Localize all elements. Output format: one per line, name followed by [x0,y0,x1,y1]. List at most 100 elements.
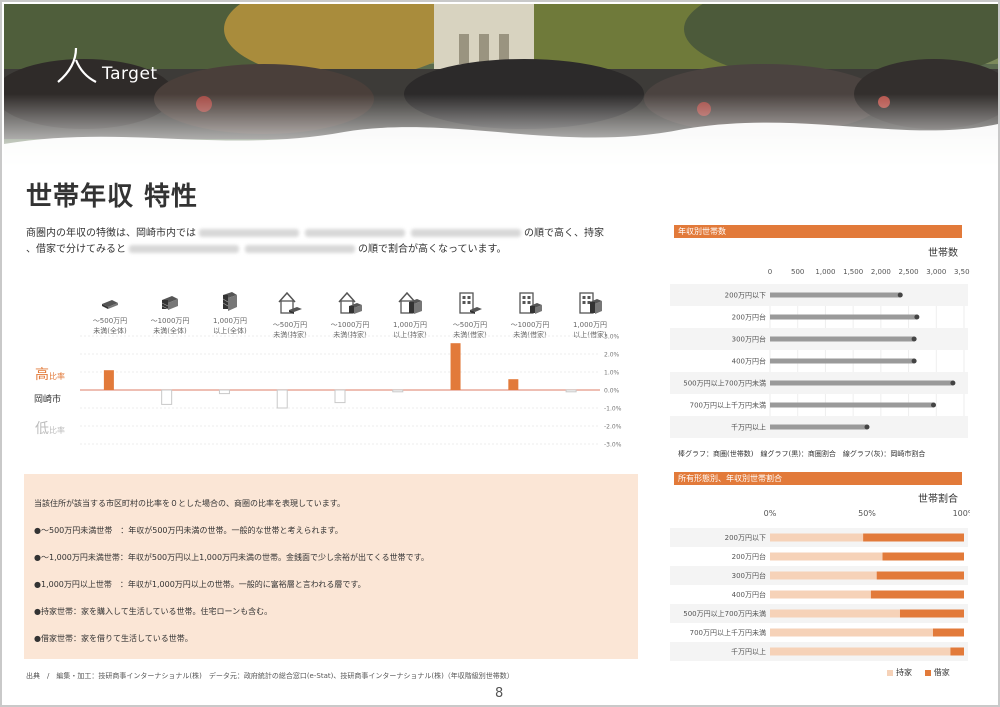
intro-part-2: の順で高く、持家 [524,228,604,239]
ratio-comparison-chart: 3.0% 2.0% 1.0% 0.0% -1.0% -2.0% -3.0% [80,334,622,449]
category-line1: 〜500万円 [272,321,308,329]
household-bar [770,358,915,364]
house-money-medium-icon [338,291,362,314]
legend-swatch-owned [887,669,893,676]
note-line: ●〜1,000万円未満世帯：年収が500万円以上1,000万円未満の世帯。金銭面… [34,553,429,562]
category-line1: 〜1000万円 [150,317,190,325]
y-tick-label: -2.0% [604,424,622,431]
owned-segment [770,552,883,561]
category-line1: 1,000万円 [572,321,608,329]
notes-panel: 当該住所が該当する市区町村の比率を０とした場合の、商圏の比率を表現しています。 … [24,474,638,659]
building-money-medium-icon [519,292,542,314]
y-tick-label: 0.0% [604,388,620,395]
household-bar [770,424,867,430]
money-stack-medium-icon [161,296,178,310]
money-stack-small-icon [102,300,118,309]
chart-caption: 棒グラフ：商圏(世帯数) 線グラフ(黒)：商圏割合 線グラフ(灰)：岡崎市割合 [678,450,926,458]
high-ratio-label: 高比率 [35,364,65,384]
ratio-point [950,380,956,386]
category-label: 500万円以上700万円未満 [683,379,766,388]
x-tick-label: 100% [953,509,970,518]
household-bar [770,336,915,342]
category-label: 200万円以下 [725,534,766,542]
legend-swatch-rented [924,669,931,676]
intro-part-3: 、借家で分けてみると [26,244,126,255]
category-cell: 〜1000万円 未満(全体) [140,290,200,336]
x-tick-label: 0% [764,509,777,518]
low-label-text: 低 [35,421,49,437]
ownership-ratio-chart: 0% 50% 100% 200万円以下 200万円台 300万円台 400万円台 500万円以… [670,509,970,661]
category-label: 300万円台 [732,335,766,344]
ratio-bar [161,389,173,405]
x-tick-label: 1,000 [815,268,835,276]
redacted-text [129,245,239,253]
redacted-text [245,245,355,253]
page-title: 世帯年収 特性 [26,182,199,212]
ratio-point [931,402,937,408]
x-tick-label: 0 [768,268,772,276]
legend-label-rented: 借家 [933,668,950,677]
household-bar [770,314,917,320]
x-tick-label: 2,500 [899,268,919,276]
y-tick-label: -3.0% [604,442,622,449]
household-bar [770,292,901,298]
category-label: 千万円以上 [731,647,766,656]
money-stack-large-icon [222,292,237,311]
category-label: 400万円台 [732,590,766,599]
redacted-text [199,229,299,237]
ratio-bar [218,389,230,395]
owned-segment [770,571,877,580]
person-logo-icon [57,47,97,83]
legend-label-owned: 持家 [896,668,912,677]
intro-part-1: 商圏内の年収の特徴は、岡崎市内では [26,228,196,239]
ratio-bar [508,379,519,390]
low-label-suffix: 比率 [49,426,65,435]
category-line1: 1,000万円 [212,317,248,325]
rented-segment [870,590,964,599]
x-tick-label: 3,500 [954,268,970,276]
source-credit: 出典 / 編集・加工：技研商事インターナショナル(株) データ元：政府統計の総合… [26,672,514,680]
category-line1: 〜500万円 [452,321,488,329]
category-label: 700万円以上千万円未満 [690,401,766,410]
x-tick-label: 500 [791,268,804,276]
note-line: ●持家世帯：家を購入して生活している世帯。住宅ローンも含む。 [34,607,273,616]
y-tick-label: -1.0% [604,406,622,413]
owned-segment [770,647,951,656]
building-money-small-icon [459,292,482,314]
hero-photo [4,4,998,204]
ratio-point [911,358,917,364]
building-money-large-icon [579,292,602,314]
household-bar [770,402,934,408]
category-line1: 〜500万円 [92,317,128,325]
rented-segment [950,647,964,656]
y-tick-label: 2.0% [604,352,620,359]
intro-text: 商圏内の年収の特徴は、岡崎市内では の順で高く、持家 、借家で分けてみると の順で割… [26,226,646,258]
x-tick-label: 50% [858,509,876,518]
rented-segment [882,552,964,561]
owned-segment [770,628,933,637]
house-money-small-icon [278,291,302,314]
note-line: ●〜500万円未満世帯 ：年収が500万円未満の世帯。一般的な世帯と考えられます… [34,526,343,535]
ratio-bar [450,343,461,390]
category-label: 200万円台 [732,552,766,561]
brand-logo: Target [54,44,158,84]
category-label: 400万円台 [732,357,766,366]
category-label: 700万円以上千万円未満 [690,628,766,637]
category-line1: 〜1000万円 [510,321,550,329]
category-cell: 1,000万円 以上(全体) [200,290,260,336]
high-label-text: 高 [35,367,49,383]
x-tick-label: 3,000 [926,268,946,276]
section-header-income-households: 年収別世帯数 [674,225,962,238]
owned-segment [770,533,864,542]
ratio-bar [334,389,346,404]
category-cell: 〜500万円 未満(全体) [80,290,140,336]
ratio-bar [276,389,288,409]
category-label: 200万円以下 [725,292,766,300]
note-line: ●1,000万円以上世帯 ：年収が1,000万円以上の世帯。一般的に富裕層と言わ… [34,580,366,589]
chart-unit-ratio: 世帯割合 [918,494,958,505]
house-money-large-icon [398,291,422,314]
household-bar [770,380,953,386]
ratio-point [864,424,870,430]
note-line: ●借家世帯：家を借りて生活している世帯。 [34,634,193,643]
rented-segment [899,609,964,618]
